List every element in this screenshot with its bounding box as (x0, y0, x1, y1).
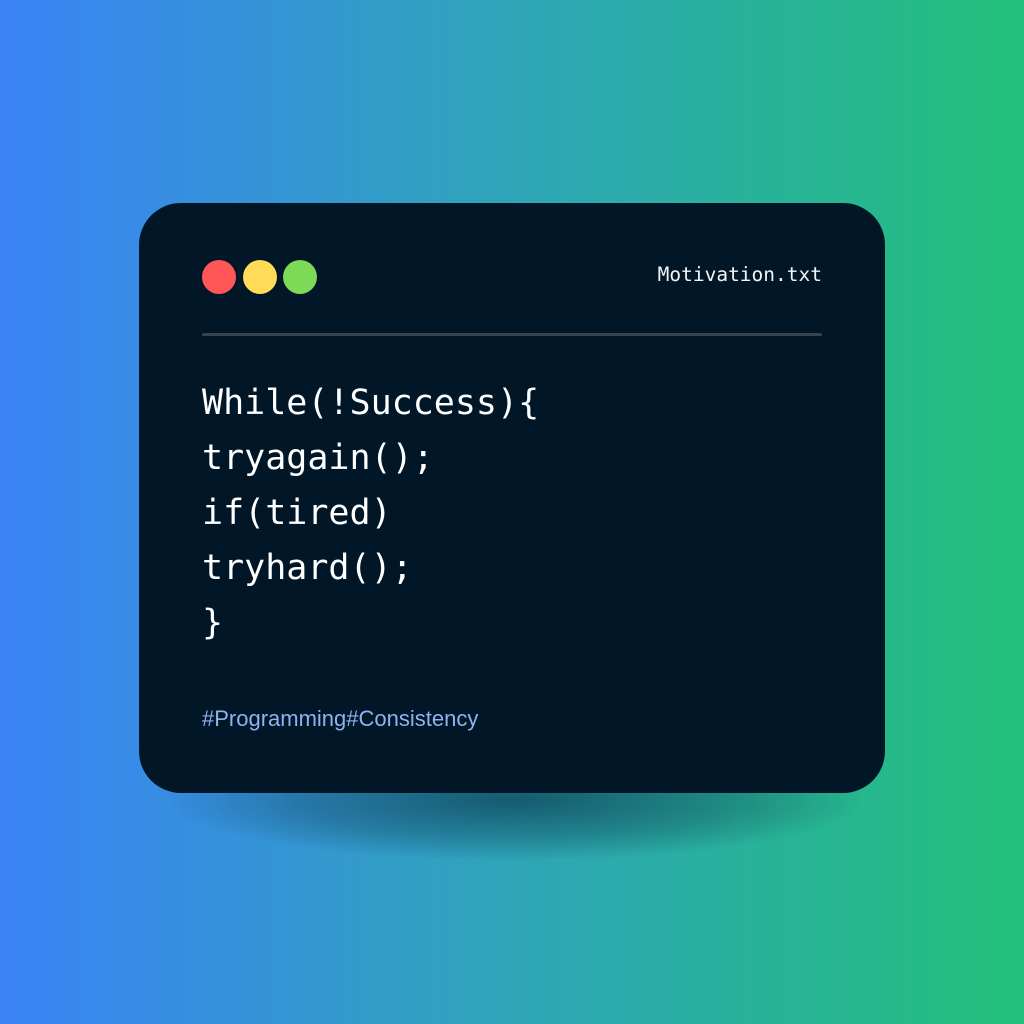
divider (202, 333, 822, 336)
code-line: } (202, 603, 224, 643)
code-window-card: Motivation.txt While(!Success){ tryagain… (139, 203, 885, 793)
maximize-dot-icon (283, 260, 317, 294)
code-line: tryagain(); (202, 438, 434, 478)
code-line: if(tired) (202, 493, 392, 533)
hashtags: #Programming#Consistency (202, 706, 479, 731)
code-block: While(!Success){ tryagain(); if(tired) t… (202, 376, 539, 651)
close-dot-icon (202, 260, 236, 294)
code-line: tryhard(); (202, 548, 413, 588)
code-line: While(!Success){ (202, 383, 540, 423)
file-name: Motivation.txt (657, 263, 822, 286)
minimize-dot-icon (243, 260, 277, 294)
